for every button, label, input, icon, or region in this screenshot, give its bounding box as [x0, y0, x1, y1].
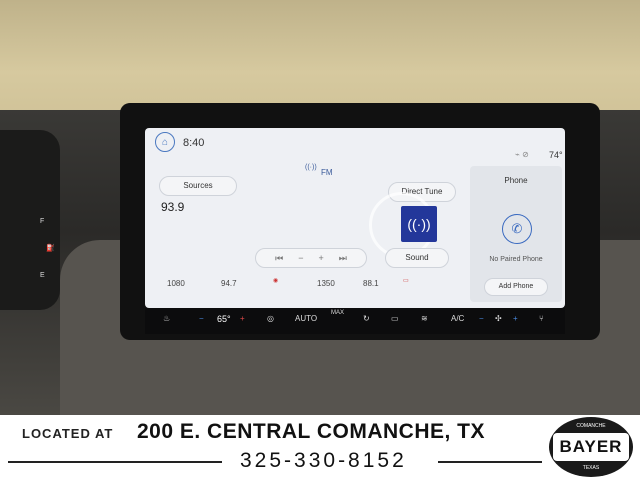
seat-heat-icon[interactable]: ♨ [163, 314, 170, 323]
dealer-address: 200 E. CENTRAL COMANCHE, TX [137, 420, 485, 443]
located-at-label: LOCATED AT [22, 426, 114, 441]
band-label: FM [321, 168, 333, 177]
dealer-logo: COMANCHE BAYER TEXAS [549, 417, 633, 477]
logo-text: BAYER [559, 437, 623, 456]
logo-top-text: COMANCHE [576, 423, 606, 429]
dealer-phone: 325-330-8152 [240, 449, 407, 472]
status-icons: ⌁ ⊘ [515, 150, 529, 159]
max-defrost-button[interactable]: MAX [331, 310, 344, 316]
heated-wheel-icon[interactable]: ◎ [267, 314, 274, 323]
preset-6-logo[interactable]: ▭ [403, 277, 409, 284]
infotainment-screen: ⌂ 8:40 ⌁ ⊘ 74° ((·)) FM Sources 93.9 Dir… [145, 128, 565, 308]
phone-icon: ✆ [511, 221, 523, 236]
broadcast-icon: ((·)) [407, 216, 431, 232]
passenger-seat-icon[interactable]: ⑂ [539, 314, 544, 323]
phone-status: No Paired Phone [489, 256, 543, 263]
phone-button[interactable]: ✆ [502, 214, 532, 244]
wifi-off-icon: ⊘ [522, 150, 529, 159]
sources-label: Sources [183, 181, 213, 190]
broadcast-icon: ((·)) [305, 164, 317, 171]
phone-panel: Phone ✆ No Paired Phone Add Phone [470, 166, 562, 302]
home-button[interactable]: ⌂ [155, 132, 175, 152]
auto-button[interactable]: AUTO [295, 314, 317, 323]
tuner-controls: ⏮ − + ⏭ [255, 248, 367, 268]
preset-3-logo[interactable]: ◉ [273, 277, 278, 284]
signal-icon: ⌁ [515, 150, 520, 159]
logo-bottom-text: TEXAS [582, 465, 600, 471]
airflow-icon[interactable]: ≋ [421, 314, 428, 323]
preset-2[interactable]: 94.7 [221, 279, 237, 288]
climate-bar: ♨ − 65° + ◎ AUTO MAX ↻ ▭ ≋ A/C − ✣ + ⑂ [145, 308, 565, 334]
fuel-pump-icon: ⛽ [46, 245, 55, 252]
ac-button[interactable]: A/C [451, 314, 464, 323]
sound-button[interactable]: Sound [385, 248, 449, 268]
add-phone-button[interactable]: Add Phone [484, 278, 548, 296]
temp-down-button[interactable]: − [199, 314, 204, 323]
temp-up-button[interactable]: + [240, 314, 245, 323]
driver-temperature: 65° [217, 314, 231, 324]
station-art: ((·)) [401, 206, 437, 242]
fuel-empty-mark: E [40, 272, 45, 279]
divider-right [438, 461, 542, 463]
add-phone-label: Add Phone [498, 283, 534, 290]
rear-defrost-icon[interactable]: ▭ [391, 314, 399, 323]
dealer-banner: LOCATED AT 200 E. CENTRAL COMANCHE, TX 3… [0, 415, 640, 480]
fuel-full-mark: F [40, 218, 45, 225]
divider-left [8, 461, 222, 463]
preset-1[interactable]: 1080 [167, 279, 185, 288]
station-frequency: 93.9 [161, 200, 185, 214]
sound-label: Sound [405, 253, 429, 262]
preset-4[interactable]: 1350 [317, 279, 335, 288]
fan-up-button[interactable]: + [513, 314, 518, 323]
recirculation-icon[interactable]: ↻ [363, 314, 370, 323]
instrument-cluster: F E ⛽ [0, 130, 60, 310]
preset-bar: 1080 94.7 ◉ 1350 88.1 ▭ [145, 274, 457, 302]
clock: 8:40 [183, 137, 205, 149]
preset-5[interactable]: 88.1 [363, 279, 379, 288]
fan-down-button[interactable]: − [479, 314, 484, 323]
phone-title: Phone [504, 176, 528, 185]
home-icon: ⌂ [161, 136, 169, 148]
logo-plate: BAYER [553, 433, 629, 461]
sources-button[interactable]: Sources [159, 176, 237, 196]
fan-icon: ✣ [495, 314, 502, 323]
outside-temperature: 74° [549, 150, 563, 160]
tune-up-button[interactable]: + [319, 253, 324, 263]
tune-down-button[interactable]: − [298, 253, 303, 263]
seek-forward-button[interactable]: ⏭ [339, 253, 347, 263]
seek-back-button[interactable]: ⏮ [275, 253, 283, 263]
